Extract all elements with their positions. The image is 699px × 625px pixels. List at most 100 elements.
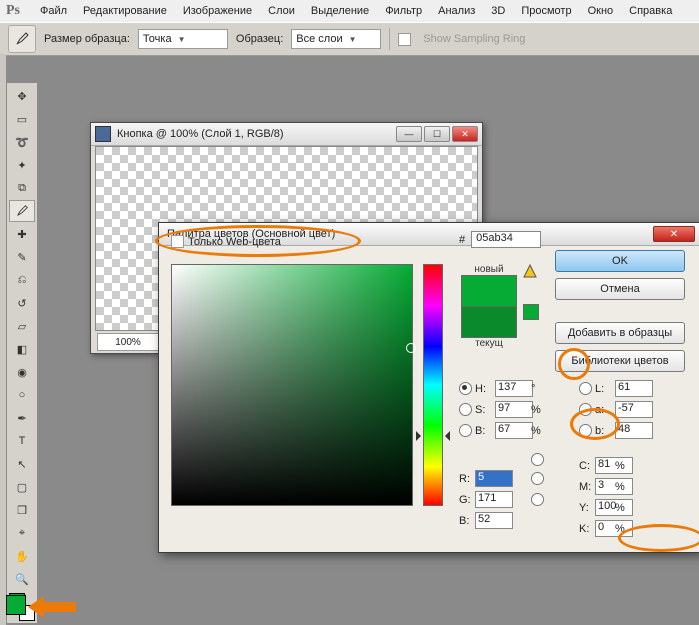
radio-l[interactable]	[579, 382, 592, 395]
sampling-ring-checkbox[interactable]	[398, 33, 411, 46]
cancel-button[interactable]: Отмена	[555, 278, 685, 300]
sampling-ring-label: Show Sampling Ring	[423, 33, 525, 45]
hue-marker-left[interactable]	[416, 431, 426, 441]
radio-g[interactable]	[531, 472, 544, 485]
menu-view[interactable]: Просмотр	[513, 2, 579, 20]
zoom-field[interactable]: 100%	[97, 333, 159, 351]
stamp-tool[interactable]: ⎌	[9, 269, 35, 291]
input-l[interactable]: 61	[615, 380, 653, 397]
hand-tool[interactable]: ✋	[9, 545, 35, 567]
dodge-tool[interactable]: ○	[9, 384, 35, 406]
marquee-tool[interactable]: ▭	[9, 108, 35, 130]
menu-image[interactable]: Изображение	[175, 2, 260, 20]
input-r[interactable]: 5	[475, 470, 513, 487]
color-picker-close-button[interactable]: ✕	[653, 226, 695, 242]
gradient-tool[interactable]: ◧	[9, 338, 35, 360]
hue-slider[interactable]	[423, 264, 443, 506]
radio-bv[interactable]	[459, 424, 472, 437]
zoom-tool[interactable]: 🔍	[9, 568, 35, 590]
input-h[interactable]: 137	[495, 380, 533, 397]
eyedropper-tool-icon[interactable]	[8, 25, 36, 53]
unit-pct: %	[531, 425, 549, 437]
eraser-tool[interactable]: ▱	[9, 315, 35, 337]
path-tool[interactable]: ↖	[9, 453, 35, 475]
color-libraries-button[interactable]: Библиотеки цветов	[555, 350, 685, 372]
close-button[interactable]: ✕	[452, 126, 478, 142]
label-a: a:	[595, 404, 615, 416]
menu-filter[interactable]: Фильтр	[377, 2, 430, 20]
web-only-row: Только Web-цвета	[171, 235, 281, 248]
unit-pct: %	[531, 404, 549, 416]
menu-select[interactable]: Выделение	[303, 2, 377, 20]
history-brush-tool[interactable]: ↺	[9, 292, 35, 314]
label-r: R:	[459, 473, 475, 485]
gamut-warning-icon[interactable]	[523, 264, 537, 278]
input-bb[interactable]: 52	[475, 512, 513, 529]
ok-button[interactable]: OK	[555, 250, 685, 272]
current-color-label: текущ	[461, 338, 517, 349]
input-a[interactable]: -57	[615, 401, 653, 418]
menu-help[interactable]: Справка	[621, 2, 680, 20]
sample-size-dropdown[interactable]: Точка▼	[138, 29, 228, 49]
heal-tool[interactable]: ✚	[9, 223, 35, 245]
pen-tool[interactable]: ✒	[9, 407, 35, 429]
toolbox: ✥ ▭ ➰ ✦ ⧉ ✚ ✎ ⎌ ↺ ▱ ◧ ◉ ○ ✒ T ↖ ▢ ❒ ⌖ ✋ …	[6, 82, 38, 624]
menu-file[interactable]: Файл	[32, 2, 75, 20]
menu-3d[interactable]: 3D	[483, 2, 513, 20]
lab-cmyk-fields: L:61 a:-57 b:48 C:81% M:3% Y:100% K:0%	[579, 380, 669, 537]
sample-dropdown[interactable]: Все слои▼	[291, 29, 381, 49]
saturation-value-box[interactable]	[171, 264, 413, 506]
label-bv: B:	[475, 425, 495, 437]
eyedropper-tool[interactable]	[9, 200, 35, 222]
label-bb: B:	[459, 515, 475, 527]
document-title: Кнопка @ 100% (Слой 1, RGB/8)	[117, 128, 396, 140]
color-compare: новый текущ	[461, 264, 517, 349]
brush-tool[interactable]: ✎	[9, 246, 35, 268]
current-color-swatch[interactable]	[461, 307, 517, 338]
sample-value: Все слои	[296, 33, 342, 45]
menu-edit[interactable]: Редактирование	[75, 2, 175, 20]
add-swatch-button[interactable]: Добавить в образцы	[555, 322, 685, 344]
input-b[interactable]: 48	[615, 422, 653, 439]
document-titlebar[interactable]: Кнопка @ 100% (Слой 1, RGB/8) — ☐ ✕	[91, 123, 482, 146]
radio-r[interactable]	[531, 453, 544, 466]
input-bv[interactable]: 67	[495, 422, 533, 439]
radio-bb[interactable]	[531, 493, 544, 506]
input-s[interactable]: 97	[495, 401, 533, 418]
type-tool[interactable]: T	[9, 430, 35, 452]
sv-marker[interactable]	[406, 343, 416, 353]
label-b: b:	[595, 425, 615, 437]
camera-tool[interactable]: ⌖	[9, 522, 35, 544]
label-m: M:	[579, 481, 595, 493]
label-y: Y:	[579, 502, 595, 514]
radio-s[interactable]	[459, 403, 472, 416]
websafe-swatch[interactable]	[523, 304, 539, 320]
shape-tool[interactable]: ▢	[9, 476, 35, 498]
radio-b[interactable]	[579, 424, 592, 437]
color-picker-dialog: Палитра цветов (Основной цвет) ✕ новый т…	[158, 222, 699, 553]
crop-tool[interactable]: ⧉	[9, 177, 35, 199]
minimize-button[interactable]: —	[396, 126, 422, 142]
move-tool[interactable]: ✥	[9, 85, 35, 107]
unit-pct: %	[615, 523, 651, 535]
foreground-color-indicator[interactable]	[6, 595, 26, 615]
options-bar: Размер образца: Точка▼ Образец: Все слои…	[0, 22, 699, 56]
web-only-checkbox[interactable]	[171, 235, 184, 248]
maximize-button[interactable]: ☐	[424, 126, 450, 142]
blur-tool[interactable]: ◉	[9, 361, 35, 383]
label-h: H:	[475, 383, 495, 395]
lasso-tool[interactable]: ➰	[9, 131, 35, 153]
menu-window[interactable]: Окно	[580, 2, 622, 20]
radio-h[interactable]	[459, 382, 472, 395]
3d-tool[interactable]: ❒	[9, 499, 35, 521]
new-color-swatch[interactable]	[461, 275, 517, 307]
radio-a[interactable]	[579, 403, 592, 416]
hue-marker-right[interactable]	[440, 431, 450, 441]
menu-layers[interactable]: Слои	[260, 2, 303, 20]
hex-label: #	[459, 234, 465, 246]
unit-pct: %	[615, 460, 651, 472]
input-g[interactable]: 171	[475, 491, 513, 508]
hex-input[interactable]: 05ab34	[471, 231, 541, 248]
menu-analysis[interactable]: Анализ	[430, 2, 483, 20]
wand-tool[interactable]: ✦	[9, 154, 35, 176]
